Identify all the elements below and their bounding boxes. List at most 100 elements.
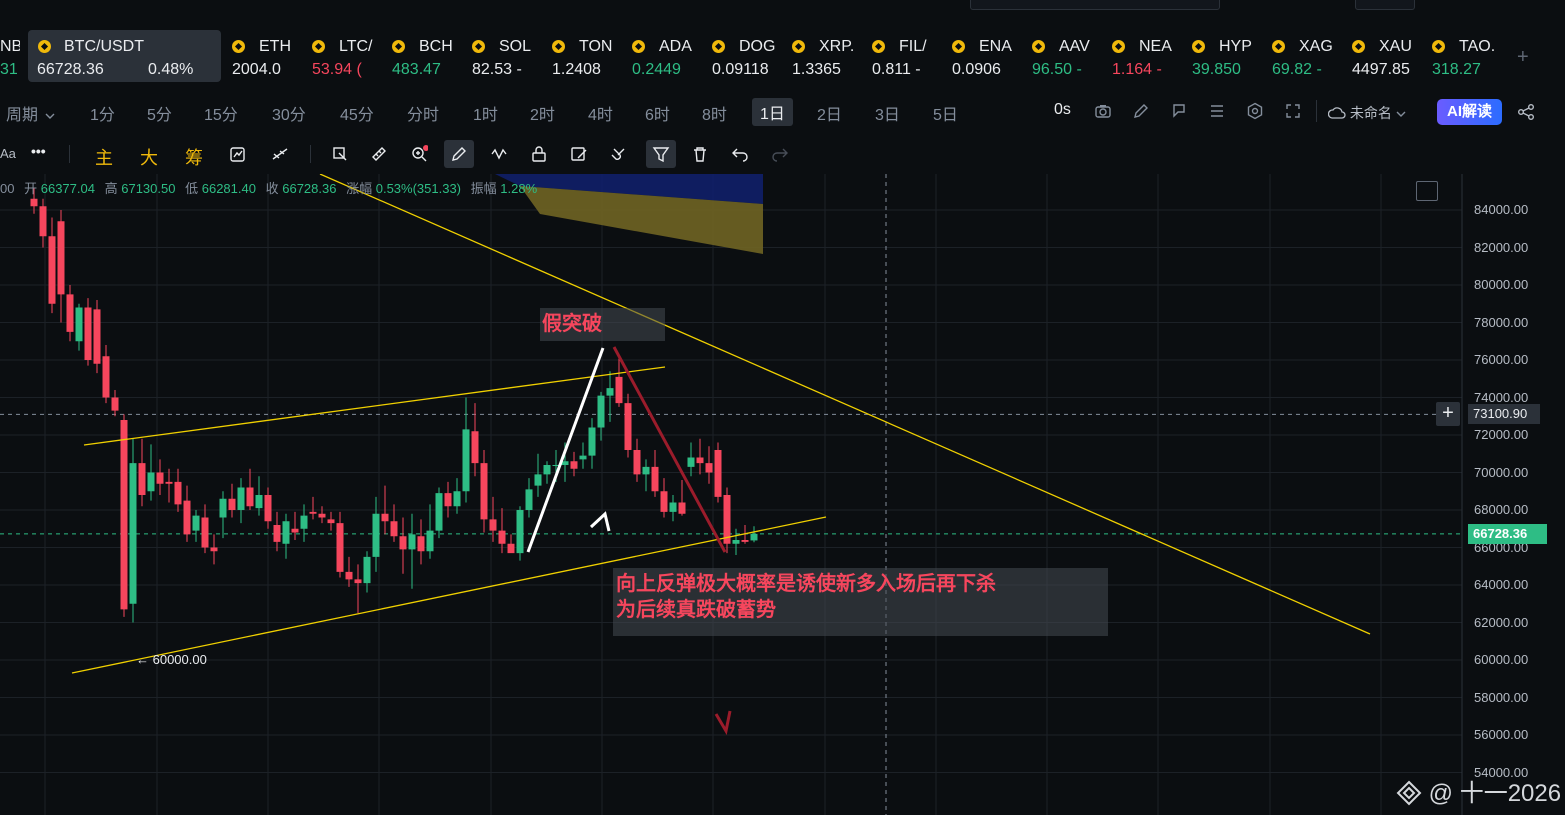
arrow-down-head (714, 710, 732, 736)
candle-body (417, 536, 425, 552)
redo-icon[interactable] (771, 145, 789, 163)
timeframe-6[interactable]: 1时 (473, 101, 498, 125)
timeframe-12[interactable]: 2日 (817, 101, 842, 125)
candle-body (714, 450, 722, 497)
magnet-icon[interactable] (610, 145, 628, 163)
ai-analysis-button[interactable]: AI解读 (1437, 99, 1502, 125)
candle-body (354, 579, 362, 584)
ticker-bar: NB 31 BTC/USDT 66728.36 0.48% ETH 2004.0 L… (0, 26, 1565, 86)
bookmark-icon[interactable] (1170, 102, 1188, 120)
high-label: 高 (104, 181, 118, 196)
candle-body (525, 489, 533, 510)
edit-icon[interactable] (1132, 102, 1150, 120)
timeframe-14[interactable]: 5日 (933, 101, 958, 125)
coin-icon (552, 40, 565, 53)
layout-selector[interactable]: 未命名 (1327, 103, 1406, 123)
candle-body (165, 481, 173, 484)
annotation-note: 向上反弹极大概率是诱使新多入场后再下杀 为后续真跌破蓄势 (613, 568, 1108, 636)
timeframe-13[interactable]: 3日 (875, 101, 900, 125)
ticker-change: 0.48% (148, 61, 194, 78)
expand-pane-icon[interactable] (1416, 181, 1438, 201)
lock-icon[interactable] (530, 145, 548, 163)
ticker-item[interactable]: ADA 0.2449 (632, 30, 710, 82)
timeframe-0[interactable]: 1分 (90, 101, 115, 125)
candle-body (372, 513, 380, 557)
ticker-item[interactable]: TAO. 318.27 (1432, 30, 1510, 82)
ticker-item-partial[interactable]: NB 31 (0, 30, 20, 82)
more-tools-icon[interactable]: ••• (31, 143, 46, 159)
timeframe-9[interactable]: 6时 (645, 101, 670, 125)
amplitude-value: 1.28% (500, 181, 538, 196)
ruler-icon[interactable] (370, 145, 388, 163)
measure-icon[interactable] (271, 145, 289, 163)
ticker-item[interactable]: SOL 82.53 - (472, 30, 550, 82)
ticker-item[interactable]: ENA 0.0906 (952, 30, 1030, 82)
timeframe-1[interactable]: 5分 (147, 101, 172, 125)
select-tool-icon[interactable] (331, 145, 349, 163)
candle-body (570, 461, 578, 469)
pen-tool-active[interactable] (444, 140, 474, 168)
candle-body (111, 397, 119, 411)
change-label: 涨幅 (346, 181, 373, 196)
ticker-item[interactable]: HYP 39.850 (1192, 30, 1270, 82)
open-label: 开 (24, 181, 38, 196)
top-search-box[interactable] (970, 0, 1220, 10)
timeframe-3[interactable]: 30分 (272, 101, 306, 125)
period-selector[interactable]: 周期 (6, 101, 55, 125)
candle-body (642, 466, 650, 475)
ticker-price: 483.47 (392, 61, 441, 78)
candle-body (498, 530, 506, 544)
candle-body (156, 472, 164, 484)
ticker-item[interactable]: XAU 4497.85 (1352, 30, 1430, 82)
timeframe-8[interactable]: 4时 (588, 101, 613, 125)
list-icon[interactable] (1208, 102, 1226, 120)
ticker-symbol: BCH (419, 38, 453, 55)
big-order-button[interactable]: 大 (140, 144, 158, 170)
undo-icon[interactable] (731, 145, 749, 163)
fullscreen-icon[interactable] (1284, 102, 1302, 120)
timeframe-10[interactable]: 8时 (702, 101, 727, 125)
candle-body (750, 533, 758, 541)
chip-distribution-button[interactable]: 筹 (185, 144, 203, 170)
cloud-icon (1327, 107, 1346, 119)
timeframe-7[interactable]: 2时 (530, 101, 555, 125)
price-axis-label: 62000.00 (1474, 614, 1529, 630)
settings-icon[interactable] (1246, 102, 1264, 120)
annotation-note-line2: 为后续真跌破蓄势 (616, 599, 776, 621)
share-icon[interactable] (1517, 103, 1535, 121)
main-indicator-button[interactable]: 主 (95, 144, 113, 170)
ticker-item[interactable]: FIL/0.811 - (872, 30, 950, 82)
add-ticker-icon[interactable]: + (1517, 46, 1529, 69)
camera-icon[interactable] (1094, 102, 1112, 120)
timeframe-2[interactable]: 15分 (204, 101, 238, 125)
ticker-item[interactable]: BCH 483.47 (392, 30, 470, 82)
ticker-item[interactable]: LTC/53.94 ( (312, 30, 390, 82)
filter-tool-active[interactable] (646, 140, 676, 168)
top-action-box[interactable] (1355, 0, 1415, 10)
ticker-item[interactable]: NEA 1.164 - (1112, 30, 1190, 82)
ticker-price: 318.27 (1432, 61, 1481, 78)
note-edit-icon[interactable] (570, 145, 588, 163)
ticker-item[interactable]: ETH 2004.0 (232, 30, 310, 82)
timeframe-11[interactable]: 1日 (752, 98, 793, 126)
ticker-item[interactable]: DOG 0.09118 (712, 30, 790, 82)
timeframe-4[interactable]: 45分 (340, 101, 374, 125)
ticker-item[interactable]: TON 1.2408 (552, 30, 630, 82)
zoom-icon[interactable] (410, 145, 428, 163)
indicator-edit-icon[interactable] (229, 145, 247, 163)
candle-body (48, 236, 56, 304)
ticker-price: 53.94 ( (312, 61, 362, 78)
ticker-item[interactable]: XRP. 1.3365 (792, 30, 870, 82)
add-alert-icon[interactable]: + (1436, 402, 1460, 427)
ticker-item[interactable]: AAV 96.50 - (1032, 30, 1110, 82)
ticker-item[interactable]: XAG 69.82 - (1272, 30, 1350, 82)
candle-body (345, 571, 353, 580)
pattern-icon[interactable] (490, 145, 508, 163)
candlestick-chart[interactable] (0, 174, 1565, 815)
font-size-tool[interactable]: Aa (0, 146, 16, 161)
candle-body (102, 356, 110, 398)
timeframe-5[interactable]: 分时 (407, 101, 439, 125)
ticker-item-active[interactable]: BTC/USDT 66728.36 0.48% (28, 30, 221, 82)
price-axis-label: 58000.00 (1474, 689, 1529, 705)
trash-icon[interactable] (691, 145, 709, 163)
